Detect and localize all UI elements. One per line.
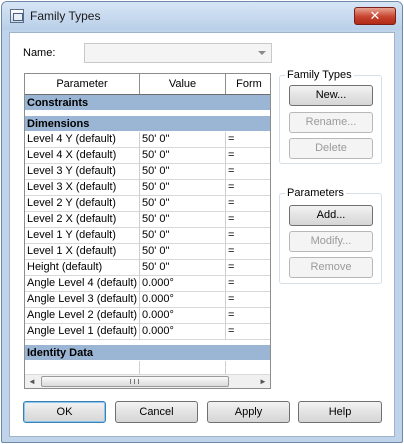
parameter-cell: Angle Level 2 (default): [25, 308, 140, 324]
parameter-cell: Level 1 X (default): [25, 244, 140, 260]
table-row[interactable]: Angle Level 4 (default) 0.000° =: [25, 276, 270, 292]
parameter-cell: Level 2 X (default): [25, 212, 140, 228]
formula-cell[interactable]: =: [226, 324, 270, 340]
scroll-left-icon[interactable]: ◄: [25, 375, 39, 388]
formula-cell[interactable]: =: [226, 132, 270, 148]
scrollbar-thumb[interactable]: [41, 376, 229, 387]
column-header-formula[interactable]: Form: [226, 74, 270, 94]
table-row[interactable]: Level 3 Y (default) 50' 0" =: [25, 164, 270, 180]
rename-type-button[interactable]: Rename...: [289, 112, 373, 133]
parameter-cell: Angle Level 1 (default): [25, 324, 140, 340]
value-cell[interactable]: 0.000°: [140, 308, 226, 324]
parameter-cell: Height (default): [25, 260, 140, 276]
formula-cell[interactable]: =: [226, 164, 270, 180]
table-row[interactable]: Height (default) 50' 0" =: [25, 260, 270, 276]
formula-cell[interactable]: =: [226, 276, 270, 292]
parameters-legend: Parameters: [285, 187, 346, 199]
parameter-cell: Angle Level 3 (default): [25, 292, 140, 308]
app-icon: [10, 9, 24, 23]
value-cell[interactable]: 50' 0": [140, 260, 226, 276]
value-cell[interactable]: 50' 0": [140, 196, 226, 212]
formula-cell[interactable]: =: [226, 180, 270, 196]
horizontal-scrollbar[interactable]: ◄ ►: [25, 374, 270, 388]
name-label: Name:: [23, 47, 56, 59]
table-row[interactable]: Level 4 X (default) 50' 0" =: [25, 148, 270, 164]
value-cell[interactable]: 50' 0": [140, 244, 226, 260]
add-parameter-button[interactable]: Add...: [289, 205, 373, 226]
formula-cell[interactable]: =: [226, 228, 270, 244]
column-header-parameter[interactable]: Parameter: [25, 74, 140, 94]
delete-type-button[interactable]: Delete: [289, 138, 373, 159]
table-row[interactable]: Angle Level 1 (default) 0.000° =: [25, 324, 270, 340]
table-row[interactable]: Level 3 X (default) 50' 0" =: [25, 180, 270, 196]
value-cell[interactable]: 50' 0": [140, 180, 226, 196]
parameter-cell: Level 3 Y (default): [25, 164, 140, 180]
value-cell[interactable]: 50' 0": [140, 212, 226, 228]
family-types-legend: Family Types: [285, 69, 354, 81]
name-dropdown[interactable]: [84, 43, 272, 63]
value-cell[interactable]: 0.000°: [140, 324, 226, 340]
title-bar[interactable]: Family Types ✕: [2, 2, 402, 30]
window-title: Family Types: [30, 9, 101, 23]
help-button[interactable]: Help: [298, 401, 382, 423]
scroll-right-icon[interactable]: ►: [256, 375, 270, 388]
new-type-button[interactable]: New...: [289, 85, 373, 106]
formula-cell[interactable]: =: [226, 308, 270, 324]
cancel-button[interactable]: Cancel: [115, 401, 198, 423]
value-cell[interactable]: 0.000°: [140, 292, 226, 308]
grip-icon: [130, 379, 139, 384]
table-row[interactable]: Level 1 X (default) 50' 0" =: [25, 244, 270, 260]
dialog-body: Name: Parameter Value Form Constraints D…: [9, 32, 395, 437]
modify-parameter-button[interactable]: Modify...: [289, 231, 373, 252]
parameter-cell: Level 4 X (default): [25, 148, 140, 164]
group-header-identity-data[interactable]: Identity Data: [25, 345, 270, 361]
table-row[interactable]: Level 2 X (default) 50' 0" =: [25, 212, 270, 228]
table-row[interactable]: Level 4 Y (default) 50' 0" =: [25, 132, 270, 148]
column-header-value[interactable]: Value: [140, 74, 226, 94]
formula-cell[interactable]: =: [226, 244, 270, 260]
grid-header: Parameter Value Form: [25, 74, 270, 95]
formula-cell[interactable]: =: [226, 260, 270, 276]
table-row[interactable]: Angle Level 3 (default) 0.000° =: [25, 292, 270, 308]
parameter-cell: Level 3 X (default): [25, 180, 140, 196]
formula-cell[interactable]: =: [226, 196, 270, 212]
value-cell[interactable]: 0.000°: [140, 276, 226, 292]
apply-button[interactable]: Apply: [207, 401, 290, 423]
parameter-cell: Level 2 Y (default): [25, 196, 140, 212]
formula-cell[interactable]: =: [226, 292, 270, 308]
parameter-cell: Level 1 Y (default): [25, 228, 140, 244]
value-cell[interactable]: 50' 0": [140, 132, 226, 148]
formula-cell[interactable]: =: [226, 212, 270, 228]
table-row[interactable]: Level 2 Y (default) 50' 0" =: [25, 196, 270, 212]
value-cell[interactable]: 50' 0": [140, 228, 226, 244]
close-button[interactable]: ✕: [354, 7, 396, 25]
table-row[interactable]: Angle Level 2 (default) 0.000° =: [25, 308, 270, 324]
family-types-group: Family Types New... Rename... Delete: [279, 69, 382, 164]
family-types-dialog: Family Types ✕ Name: Parameter Value For…: [1, 1, 403, 443]
group-header-constraints[interactable]: Constraints: [25, 95, 270, 111]
chevron-down-icon: [258, 51, 266, 55]
table-row[interactable]: Level 1 Y (default) 50' 0" =: [25, 228, 270, 244]
remove-parameter-button[interactable]: Remove: [289, 257, 373, 278]
ok-button[interactable]: OK: [23, 401, 106, 423]
parameter-cell: Angle Level 4 (default): [25, 276, 140, 292]
value-cell[interactable]: 50' 0": [140, 148, 226, 164]
parameters-group: Parameters Add... Modify... Remove: [279, 187, 382, 284]
group-header-dimensions[interactable]: Dimensions: [25, 116, 270, 132]
grid-rows: Constraints Dimensions Level 4 Y (defaul…: [25, 95, 270, 377]
parameter-cell: Level 4 Y (default): [25, 132, 140, 148]
parameter-grid: Parameter Value Form Constraints Dimensi…: [24, 73, 271, 389]
value-cell[interactable]: 50' 0": [140, 164, 226, 180]
formula-cell[interactable]: =: [226, 148, 270, 164]
